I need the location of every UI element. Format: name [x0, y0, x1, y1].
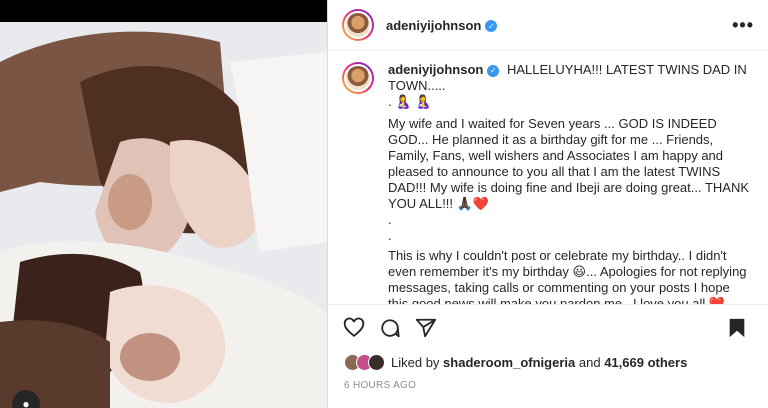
post-timestamp[interactable]: 6 HOURS AGO [344, 380, 416, 391]
share-icon[interactable] [414, 316, 438, 340]
likes-count[interactable]: 41,669 others [604, 355, 687, 370]
caption-paragraph-1: My wife and I waited for Seven years ...… [388, 116, 750, 211]
caption-dot-2: . [388, 228, 392, 243]
like-heart-icon[interactable] [342, 316, 366, 340]
bookmark-icon[interactable] [725, 316, 749, 340]
caption-section: adeniyijohnson ✓ HALLELUYHA!!! LATEST TWI… [328, 52, 768, 304]
comment-icon[interactable] [378, 316, 402, 340]
caption-username-text[interactable]: adeniyijohnson [388, 62, 483, 77]
caption-emoji-line: . 🤱 🤱 [388, 94, 432, 109]
post-header: adeniyijohnson ✓ ••• [328, 0, 768, 51]
likes-mid: and [578, 354, 601, 370]
verified-badge-icon: ✓ [485, 20, 498, 33]
likes-row: Liked by shaderoom_ofnigeria and 41,669 … [344, 351, 687, 373]
caption-text: adeniyijohnson ✓ HALLELUYHA!!! LATEST TWI… [388, 62, 753, 304]
post-image[interactable] [0, 22, 327, 408]
author-username-text[interactable]: adeniyijohnson [386, 18, 481, 33]
twins-feet-photo [0, 22, 327, 408]
more-options-icon[interactable]: ••• [732, 15, 754, 36]
caption-dot-1: . [388, 212, 392, 227]
caption-avatar[interactable] [342, 62, 374, 94]
liker-avatars[interactable] [344, 353, 385, 371]
liker-avatar[interactable] [368, 353, 385, 371]
verified-badge-icon: ✓ [487, 64, 500, 77]
action-bar [328, 304, 768, 350]
caption-paragraph-2: This is why I couldn't post or celebrate… [388, 248, 747, 304]
liker-username[interactable]: shaderoom_ofnigeria [443, 355, 575, 370]
author-username[interactable]: adeniyijohnson ✓ [386, 18, 498, 33]
caption-username[interactable]: adeniyijohnson ✓ [388, 62, 500, 77]
likes-prefix: Liked by [391, 354, 440, 370]
post-panel: adeniyijohnson ✓ ••• adeniyijohnson ✓ HALL… [327, 0, 768, 408]
caption-first-line: adeniyijohnson ✓ HALLELUYHA!!! LATEST TWI… [388, 62, 753, 94]
author-avatar[interactable] [342, 9, 374, 41]
